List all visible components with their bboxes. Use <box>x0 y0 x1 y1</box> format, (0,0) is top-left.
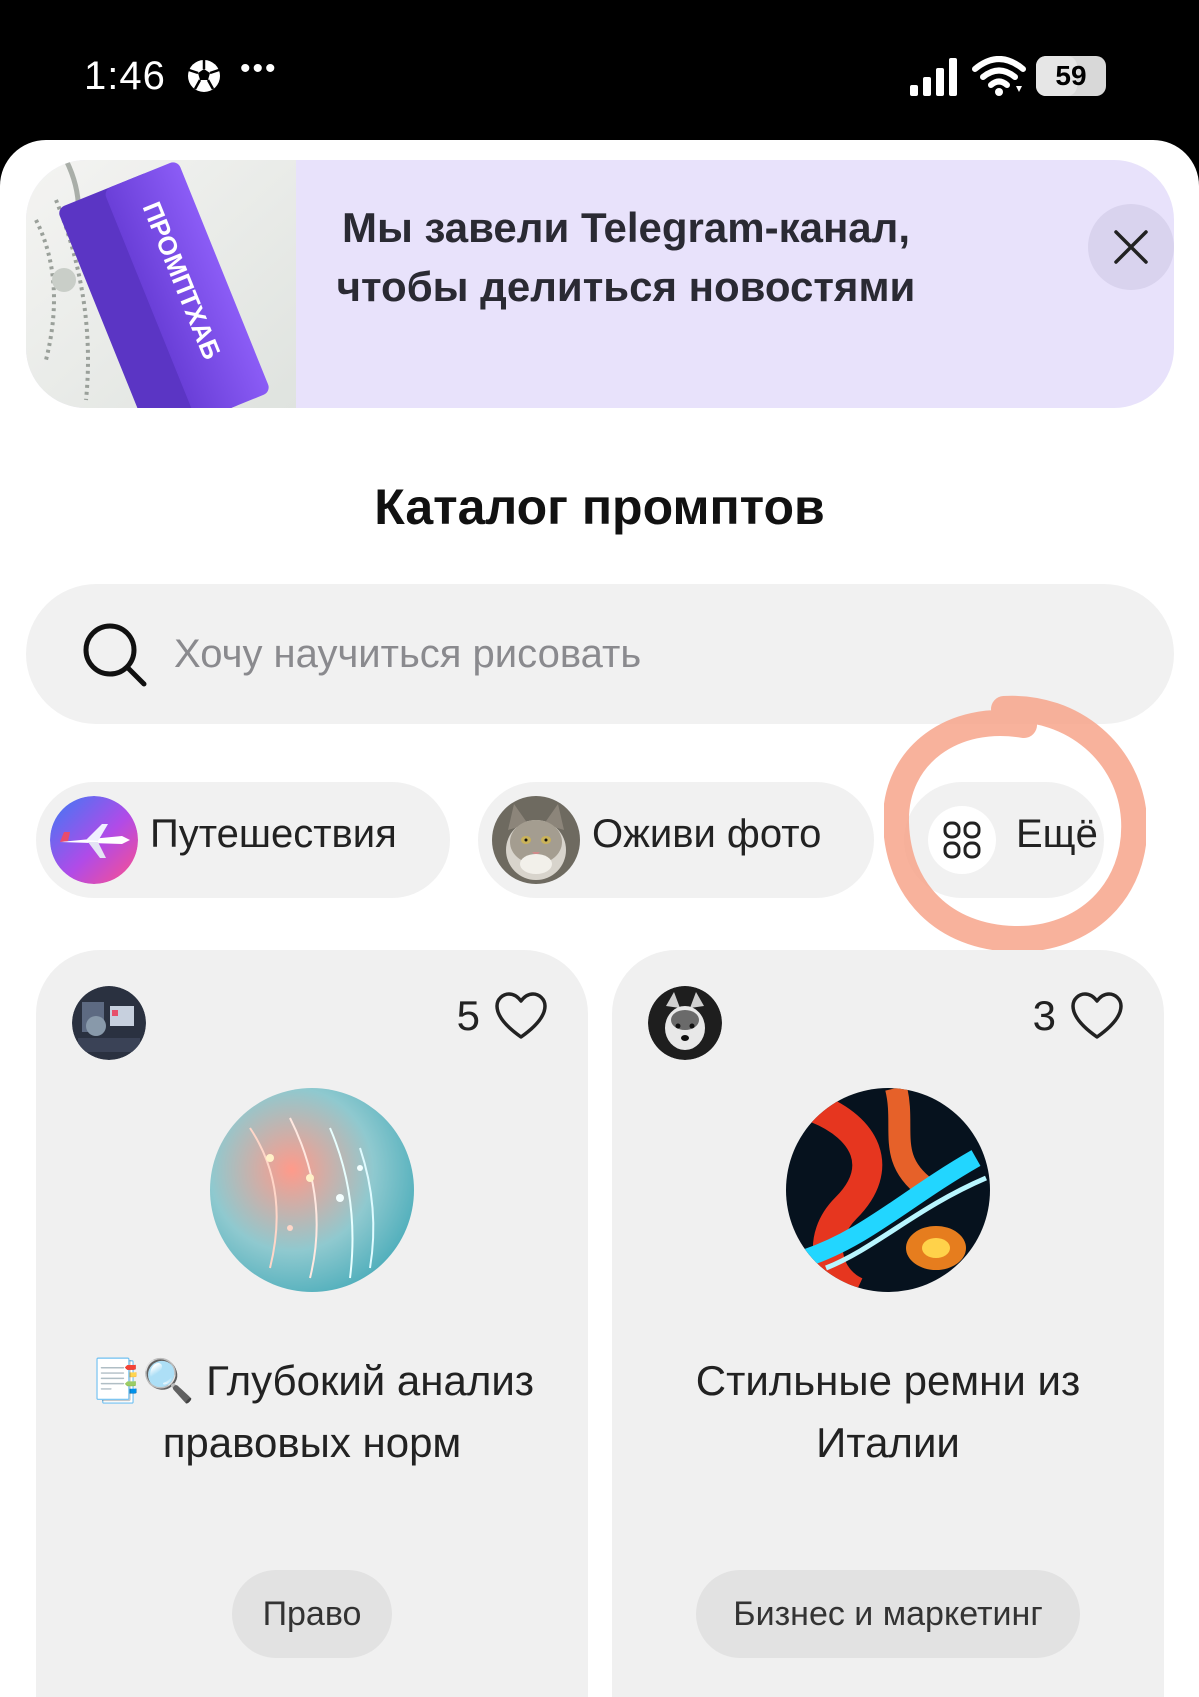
status-more-dots: ••• <box>240 52 278 85</box>
soccer-ball-icon <box>188 60 220 92</box>
search-input[interactable] <box>174 614 1074 694</box>
cat-image <box>492 796 580 884</box>
battery-icon: 59 <box>1036 56 1106 96</box>
prompt-card[interactable]: 3 Стильные ремни из Италии Бизнес и марк… <box>612 950 1164 1697</box>
telegram-banner[interactable]: ПРОМПТХАБ Мы завели Telegram-канал, чтоб… <box>26 160 1174 408</box>
chip-travel[interactable]: Путешествия <box>36 782 450 898</box>
catalog-sheet: ПРОМПТХАБ Мы завели Telegram-канал, чтоб… <box>0 140 1199 1697</box>
like-count: 3 <box>1032 992 1056 1039</box>
wifi-icon <box>972 56 1026 96</box>
category-tag[interactable]: Право <box>232 1570 392 1658</box>
airplane-image <box>50 796 138 884</box>
heart-icon[interactable] <box>494 991 548 1041</box>
card-title: Стильные ремни из Италии <box>695 1357 1081 1466</box>
keychain-image: ПРОМПТХАБ <box>26 160 296 408</box>
chip-label-travel: Путешествия <box>150 812 397 856</box>
like-count: 5 <box>456 992 480 1039</box>
card-title: 📑🔍 Глубокий анализ правовых норм <box>89 1357 535 1466</box>
banner-close-button[interactable] <box>1088 204 1174 290</box>
heart-icon[interactable] <box>1070 991 1124 1041</box>
grid-icon <box>943 821 981 859</box>
chip-label-more: Ещё <box>1016 812 1098 856</box>
search-bar[interactable] <box>26 584 1174 724</box>
signal-icon <box>910 58 957 96</box>
prompt-cover-image <box>786 1088 990 1292</box>
chip-animate-photo[interactable]: Оживи фото <box>478 782 874 898</box>
close-icon <box>1114 230 1148 264</box>
banner-text: Мы завели Telegram-канал, чтобы делиться… <box>336 204 916 310</box>
likes-counter[interactable]: 5 <box>457 986 548 1046</box>
likes-counter[interactable]: 3 <box>1033 986 1124 1046</box>
category-tag[interactable]: Бизнес и маркетинг <box>696 1570 1080 1658</box>
status-time: 1:46 <box>84 54 166 98</box>
prompt-cover-image <box>210 1088 414 1292</box>
search-icon <box>83 623 147 687</box>
battery-level: 59 <box>1055 60 1087 91</box>
author-avatar <box>72 986 146 1060</box>
prompt-card[interactable]: 5 📑🔍 Глубокий анализ правовых норм Право <box>36 950 588 1697</box>
author-avatar <box>648 986 722 1060</box>
chip-label-animate-photo: Оживи фото <box>592 812 822 856</box>
status-bar: 1:46 ••• 59 <box>0 0 1199 140</box>
grid-icon-wrap <box>928 806 996 874</box>
chip-more[interactable]: Ещё <box>904 782 1104 898</box>
page-title: Каталог промптов <box>374 479 825 535</box>
